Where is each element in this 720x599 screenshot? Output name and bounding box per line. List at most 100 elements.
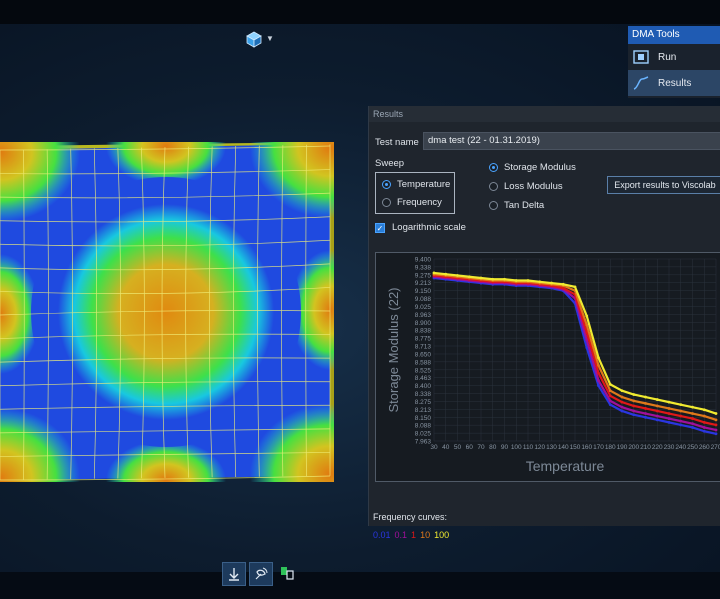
results-curve-icon xyxy=(633,76,649,90)
top-bar xyxy=(0,0,720,24)
frequency-value: 10 xyxy=(420,530,431,540)
y-tick-label: 9.088 xyxy=(415,296,432,303)
x-tick-label: 190 xyxy=(617,444,628,451)
y-tick-label: 9.338 xyxy=(415,264,432,271)
data-point xyxy=(608,389,612,393)
y-tick-label: 8.338 xyxy=(415,391,432,398)
data-point xyxy=(526,279,530,282)
storage-modulus-label: Storage Modulus xyxy=(504,162,576,173)
compare-button[interactable] xyxy=(276,562,298,584)
tan-delta-radio[interactable]: Tan Delta xyxy=(489,200,544,211)
checkmark-icon: ✓ xyxy=(375,222,385,233)
data-point xyxy=(620,400,624,404)
data-point xyxy=(644,401,647,405)
data-point xyxy=(714,418,718,422)
radio-unselected-icon xyxy=(489,182,498,191)
data-point xyxy=(456,274,459,277)
data-point xyxy=(714,423,718,427)
data-point xyxy=(597,371,600,375)
y-tick-label: 8.650 xyxy=(415,351,432,358)
data-point xyxy=(702,414,706,418)
y-tick-label: 8.213 xyxy=(415,407,432,414)
x-tick-label: 120 xyxy=(534,444,545,451)
y-tick-label: 8.025 xyxy=(415,431,432,438)
y-tick-label: 8.588 xyxy=(415,359,432,366)
data-point xyxy=(667,400,671,404)
y-tick-label: 8.775 xyxy=(415,336,432,343)
x-tick-label: 170 xyxy=(593,444,604,451)
y-tick-label: 8.838 xyxy=(415,328,432,335)
radio-selected-icon xyxy=(382,180,391,189)
y-axis-label: Storage Modulus (22) xyxy=(386,287,401,412)
x-tick-label: 40 xyxy=(442,444,450,451)
frequency-value: 0.01 xyxy=(373,530,391,540)
data-point xyxy=(585,323,589,327)
data-point xyxy=(644,407,647,410)
satellite-dish-icon xyxy=(255,567,268,580)
x-tick-label: 210 xyxy=(640,444,651,451)
data-point xyxy=(550,281,553,285)
results-button[interactable]: Results xyxy=(628,70,720,96)
data-point xyxy=(608,394,612,398)
test-name-label: Test name xyxy=(375,137,419,148)
data-point xyxy=(538,280,542,284)
view-cube-icon[interactable]: ▼ xyxy=(244,30,274,48)
log-scale-checkbox[interactable]: ✓ Logarithmic scale xyxy=(375,222,466,233)
y-tick-label: 8.400 xyxy=(415,383,432,390)
y-tick-label: 8.713 xyxy=(415,344,432,351)
data-point xyxy=(702,429,706,433)
data-point xyxy=(679,423,683,427)
data-point xyxy=(702,426,706,429)
data-point xyxy=(644,415,647,419)
x-tick-label: 60 xyxy=(466,444,474,451)
y-tick-label: 8.088 xyxy=(415,423,432,430)
y-tick-label: 9.025 xyxy=(415,304,432,311)
data-point xyxy=(655,404,659,408)
data-point xyxy=(597,379,600,382)
loss-modulus-radio[interactable]: Loss Modulus xyxy=(489,181,563,192)
sweep-frequency-radio[interactable]: Frequency xyxy=(382,197,442,208)
x-tick-label: 90 xyxy=(501,444,509,451)
y-tick-label: 8.150 xyxy=(415,415,432,422)
data-point xyxy=(632,399,636,403)
chevron-down-icon[interactable]: ▼ xyxy=(266,34,274,43)
y-tick-label: 8.525 xyxy=(415,367,432,374)
run-button[interactable]: Run xyxy=(628,44,720,70)
compare-icon xyxy=(281,567,294,580)
y-tick-label: 9.400 xyxy=(415,257,432,264)
data-point xyxy=(561,282,565,286)
x-tick-label: 270 xyxy=(711,444,720,451)
dma-tools-panel: DMA Tools Run Results xyxy=(628,26,720,98)
frequency-curves-label: Frequency curves: xyxy=(373,512,448,522)
frequency-value: 1 xyxy=(411,530,417,540)
frequency-curves: Frequency curves: 0.01 0.1 1 10 100 xyxy=(373,512,449,540)
data-point xyxy=(667,420,671,424)
x-tick-label: 150 xyxy=(570,444,581,451)
storage-modulus-radio[interactable]: Storage Modulus xyxy=(489,162,576,173)
x-tick-label: 70 xyxy=(477,444,485,451)
analysis-button[interactable] xyxy=(249,562,273,586)
data-point xyxy=(702,408,706,412)
x-tick-label: 260 xyxy=(699,444,710,451)
run-icon xyxy=(633,50,649,64)
data-point xyxy=(597,356,600,360)
loss-modulus-label: Loss Modulus xyxy=(504,181,563,192)
x-tick-label: 230 xyxy=(664,444,675,451)
data-point xyxy=(691,417,694,420)
data-point xyxy=(655,414,659,418)
data-point xyxy=(608,382,612,386)
data-point xyxy=(467,275,471,279)
data-point xyxy=(691,422,694,426)
data-point xyxy=(679,419,683,423)
y-tick-label: 9.275 xyxy=(415,272,432,279)
test-name-input[interactable] xyxy=(423,132,720,150)
mesh-model[interactable] xyxy=(0,142,334,482)
x-tick-label: 30 xyxy=(430,444,438,451)
download-button[interactable] xyxy=(222,562,246,586)
data-point xyxy=(632,393,636,396)
sweep-temperature-radio[interactable]: Temperature xyxy=(382,179,450,190)
sweep-group: Temperature Frequency xyxy=(375,172,455,214)
export-viscolab-button[interactable]: Export results to Viscolab xyxy=(607,176,720,194)
frequency-legend: 0.01 0.1 1 10 100 xyxy=(373,530,449,540)
data-point xyxy=(620,389,624,393)
